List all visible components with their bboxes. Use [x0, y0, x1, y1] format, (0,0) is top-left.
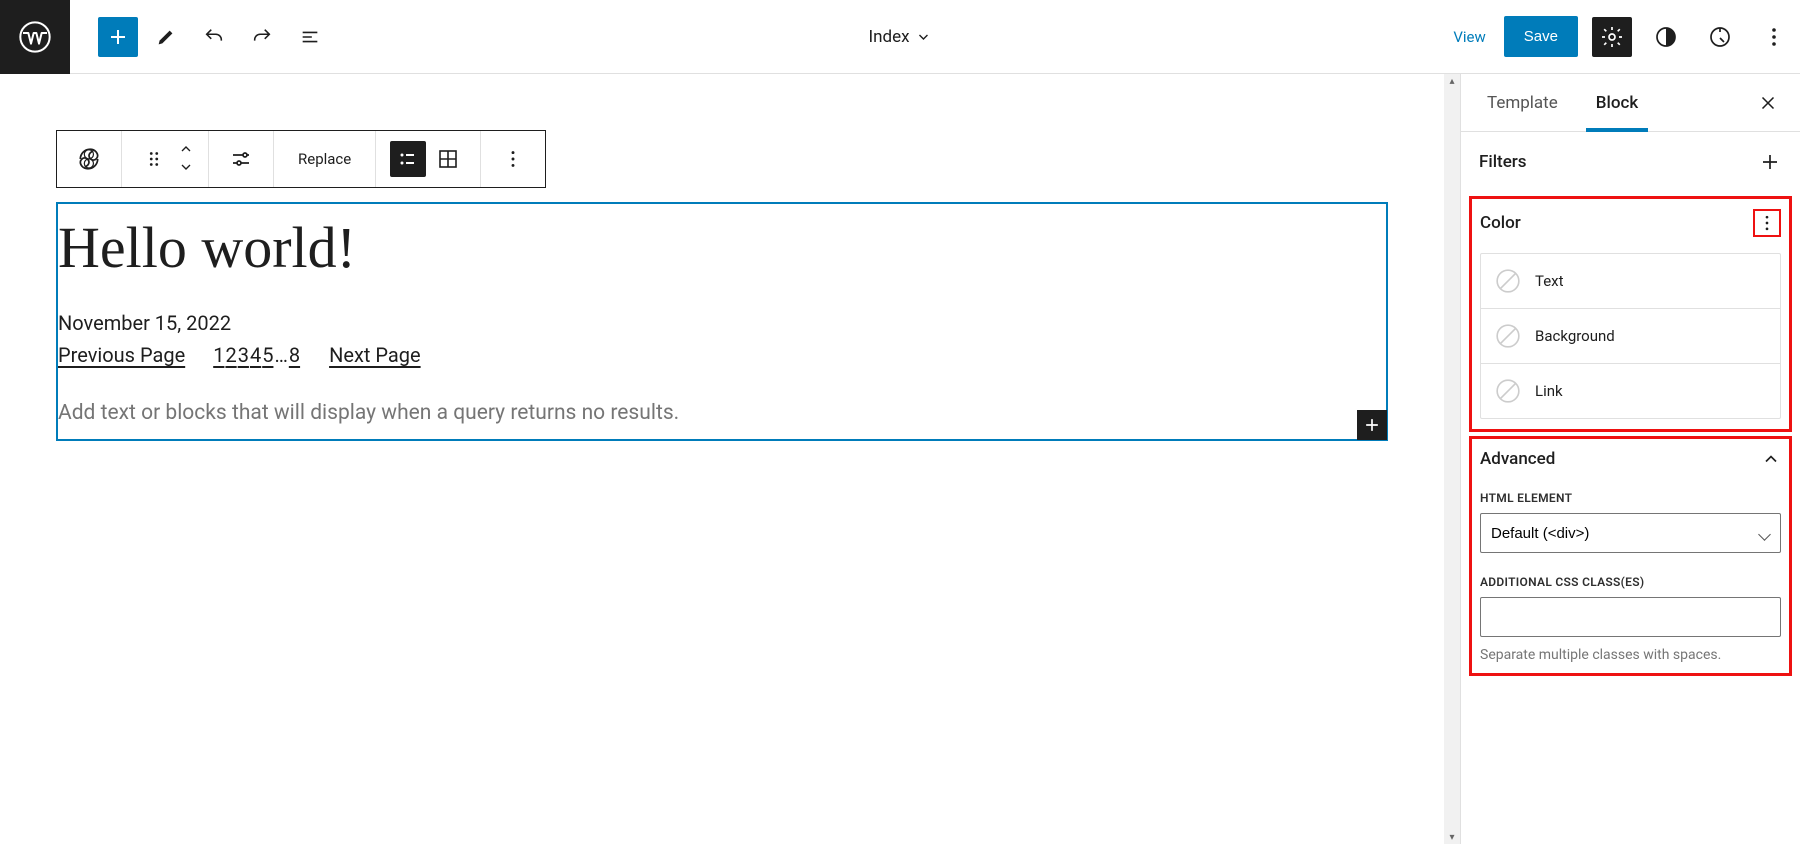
scroll-down-icon: ▾ [1446, 830, 1458, 844]
display-settings-button[interactable] [223, 141, 259, 177]
post-date[interactable]: November 15, 2022 [58, 311, 1386, 343]
compass-icon [1708, 25, 1732, 49]
list-view-icon [299, 26, 321, 48]
save-button[interactable]: Save [1504, 16, 1578, 57]
more-vertical-icon [1762, 25, 1786, 49]
color-text-label: Text [1535, 272, 1564, 290]
html-element-select[interactable]: Default (<div>) [1480, 513, 1781, 553]
list-icon [396, 147, 420, 171]
plus-icon [1758, 150, 1782, 174]
add-block-button[interactable] [98, 17, 138, 57]
color-background-label: Background [1535, 327, 1615, 345]
more-vertical-icon [1757, 213, 1777, 233]
next-page-link[interactable]: Next Page [329, 343, 421, 367]
pagination: Previous Page 12345…8 Next Page [58, 343, 1386, 367]
wordpress-logo-button[interactable] [0, 0, 70, 74]
settings-button[interactable] [1592, 17, 1632, 57]
css-classes-help: Separate multiple classes with spaces. [1480, 647, 1781, 663]
move-up-button[interactable] [178, 141, 194, 159]
chevron-down-icon [178, 159, 194, 175]
chevron-up-icon [1761, 449, 1781, 469]
add-filter-button[interactable] [1758, 150, 1782, 174]
block-type-button[interactable] [71, 141, 107, 177]
query-loop-icon [76, 146, 102, 172]
sidebar-scrollbar[interactable]: ▴ ▾ [1444, 74, 1460, 844]
redo-icon [251, 26, 273, 48]
wordpress-icon [19, 21, 51, 53]
post-title[interactable]: Hello world! [58, 214, 1386, 311]
grid-icon [436, 147, 460, 171]
more-vertical-icon [502, 148, 524, 170]
navigation-button[interactable] [1700, 17, 1740, 57]
color-panel-highlight: Color Text Background [1469, 196, 1792, 432]
tab-template[interactable]: Template [1477, 74, 1568, 131]
settings-sliders-icon [229, 147, 253, 171]
css-classes-label: ADDITIONAL CSS CLASS(ES) [1480, 575, 1781, 589]
document-title[interactable]: Index [868, 27, 931, 47]
list-layout-button[interactable] [390, 141, 426, 177]
view-link[interactable]: View [1449, 18, 1489, 56]
empty-swatch-icon [1495, 378, 1521, 404]
color-options-button[interactable] [1753, 209, 1781, 237]
undo-icon [203, 26, 225, 48]
scroll-up-icon: ▴ [1446, 74, 1458, 88]
top-toolbar: Index View Save [0, 0, 1800, 74]
page-numbers[interactable]: 12345…8 [213, 343, 301, 367]
gear-icon [1600, 25, 1624, 49]
list-view-button[interactable] [290, 17, 330, 57]
plus-icon [106, 25, 130, 49]
sidebar-tabs: Template Block [1461, 74, 1800, 132]
tab-block[interactable]: Block [1586, 74, 1648, 131]
color-title: Color [1480, 213, 1521, 233]
edit-button[interactable] [146, 17, 186, 57]
advanced-title: Advanced [1480, 449, 1555, 469]
advanced-panel-highlight: Advanced HTML ELEMENT Default (<div>) AD… [1469, 436, 1792, 676]
settings-sidebar: Template Block Filters Color [1460, 74, 1800, 844]
color-link-label: Link [1535, 382, 1563, 400]
chevron-down-icon [916, 29, 932, 45]
css-classes-input[interactable] [1480, 597, 1781, 637]
query-loop-block[interactable]: Hello world! November 15, 2022 Previous … [56, 202, 1388, 441]
empty-swatch-icon [1495, 268, 1521, 294]
undo-button[interactable] [194, 17, 234, 57]
close-sidebar-button[interactable] [1752, 87, 1784, 119]
editor-canvas[interactable]: Replace Hello world! November 15, 2022 [0, 74, 1444, 844]
color-link-button[interactable]: Link [1481, 364, 1780, 418]
plus-icon [1362, 415, 1382, 435]
no-results-placeholder[interactable]: Add text or blocks that will display whe… [58, 367, 1386, 439]
block-options-button[interactable] [495, 141, 531, 177]
replace-button[interactable]: Replace [288, 150, 361, 168]
pencil-icon [155, 26, 177, 48]
filters-panel: Filters [1461, 132, 1800, 192]
close-icon [1757, 92, 1779, 114]
drag-handle[interactable] [136, 141, 172, 177]
styles-button[interactable] [1646, 17, 1686, 57]
filters-title: Filters [1479, 152, 1527, 172]
prev-page-link[interactable]: Previous Page [58, 343, 185, 367]
grid-layout-button[interactable] [430, 141, 466, 177]
document-title-text: Index [868, 27, 909, 47]
contrast-icon [1654, 25, 1678, 49]
move-down-button[interactable] [178, 159, 194, 177]
block-toolbar: Replace [56, 130, 546, 188]
options-button[interactable] [1754, 17, 1794, 57]
inline-add-block-button[interactable] [1357, 410, 1387, 440]
html-element-label: HTML ELEMENT [1480, 491, 1781, 505]
advanced-toggle[interactable]: Advanced [1480, 449, 1781, 469]
empty-swatch-icon [1495, 323, 1521, 349]
chevron-up-icon [178, 141, 194, 157]
color-text-button[interactable]: Text [1481, 254, 1780, 309]
color-background-button[interactable]: Background [1481, 309, 1780, 364]
drag-icon [143, 148, 165, 170]
redo-button[interactable] [242, 17, 282, 57]
